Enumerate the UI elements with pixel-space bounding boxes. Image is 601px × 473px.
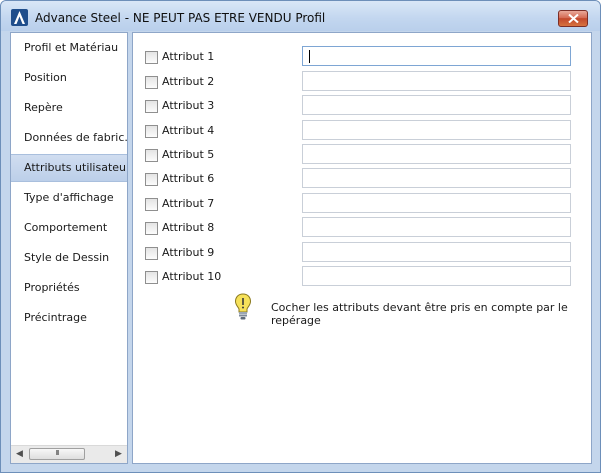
sidebar-item-repere[interactable]: Repère [11, 93, 127, 123]
sidebar-item-position[interactable]: Position [11, 63, 127, 93]
attribute-value-input[interactable] [302, 46, 571, 66]
attribute-value-input[interactable] [302, 193, 571, 213]
sidebar-item-precintrage[interactable]: Précintrage [11, 303, 127, 333]
attribute-row: Attribut 5 [133, 143, 591, 167]
attribute-checkbox[interactable] [145, 222, 158, 235]
sidebar-item-profil-materiau[interactable]: Profil et Matériau [11, 33, 127, 63]
attribute-row: Attribut 8 [133, 216, 591, 240]
attribute-value-input[interactable] [302, 120, 571, 140]
attribute-label: Attribut 6 [162, 172, 215, 185]
attribute-checkbox[interactable] [145, 125, 158, 138]
attribute-label: Attribut 3 [162, 99, 215, 112]
attribute-checkbox[interactable] [145, 247, 158, 260]
attribute-value-input[interactable] [302, 242, 571, 262]
attribute-row: Attribut 10 [133, 265, 591, 289]
attribute-label: Attribut 10 [162, 270, 222, 283]
title-bar[interactable]: Advance Steel - NE PEUT PAS ETRE VENDU P… [1, 1, 600, 31]
attributes-panel: Attribut 1 Attribut 2 Attribut 3 Attribu… [132, 32, 592, 464]
lightbulb-icon [234, 293, 252, 320]
scroll-right-arrow-icon[interactable]: ▶ [110, 446, 127, 463]
attribute-checkbox[interactable] [145, 76, 158, 89]
attribute-row: Attribut 9 [133, 241, 591, 265]
attribute-value-input[interactable] [302, 168, 571, 188]
sidebar-item-attributs-utilisateur[interactable]: Attributs utilisateur [11, 154, 127, 182]
scroll-left-arrow-icon[interactable]: ◀ [11, 446, 28, 463]
scroll-thumb[interactable]: III [29, 448, 85, 460]
attribute-label: Attribut 9 [162, 246, 215, 259]
window-title: Advance Steel - NE PEUT PAS ETRE VENDU P… [35, 11, 326, 25]
hint-text: Cocher les attributs devant être pris en… [271, 301, 568, 327]
attribute-row: Attribut 3 [133, 94, 591, 118]
close-button[interactable] [558, 10, 588, 27]
attribute-label: Attribut 5 [162, 148, 215, 161]
attribute-label: Attribut 1 [162, 50, 215, 63]
attribute-value-input[interactable] [302, 217, 571, 237]
close-icon [568, 14, 579, 23]
attribute-label: Attribut 8 [162, 221, 215, 234]
attribute-row: Attribut 6 [133, 167, 591, 191]
sidebar-item-style-dessin[interactable]: Style de Dessin [11, 243, 127, 273]
attribute-label: Attribut 2 [162, 75, 215, 88]
attribute-checkbox[interactable] [145, 173, 158, 186]
sidebar-panel: Profil et Matériau Position Repère Donné… [10, 32, 128, 464]
sidebar-horizontal-scrollbar[interactable]: ◀ III ▶ [11, 445, 127, 463]
attribute-value-input[interactable] [302, 71, 571, 91]
attribute-checkbox[interactable] [145, 198, 158, 211]
scroll-thumb-grip: III [55, 449, 59, 457]
sidebar-item-comportement[interactable]: Comportement [11, 213, 127, 243]
advance-steel-logo-icon [11, 9, 28, 26]
attribute-row: Attribut 7 [133, 192, 591, 216]
sidebar-item-type-affichage[interactable]: Type d'affichage [11, 183, 127, 213]
attribute-row: Attribut 2 [133, 70, 591, 94]
attribute-label: Attribut 4 [162, 124, 215, 137]
sidebar-item-donnees-fabrication[interactable]: Données de fabric... [11, 123, 127, 153]
text-caret [309, 50, 310, 63]
attribute-checkbox[interactable] [145, 100, 158, 113]
attribute-checkbox[interactable] [145, 51, 158, 64]
attribute-value-input[interactable] [302, 266, 571, 286]
attribute-checkbox[interactable] [145, 149, 158, 162]
attribute-value-input[interactable] [302, 144, 571, 164]
attribute-row: Attribut 4 [133, 119, 591, 143]
sidebar-item-proprietes[interactable]: Propriétés [11, 273, 127, 303]
attribute-label: Attribut 7 [162, 197, 215, 210]
attribute-value-input[interactable] [302, 95, 571, 115]
attribute-row: Attribut 1 [133, 45, 591, 69]
dialog-window: Advance Steel - NE PEUT PAS ETRE VENDU P… [0, 0, 601, 473]
attribute-checkbox[interactable] [145, 271, 158, 284]
